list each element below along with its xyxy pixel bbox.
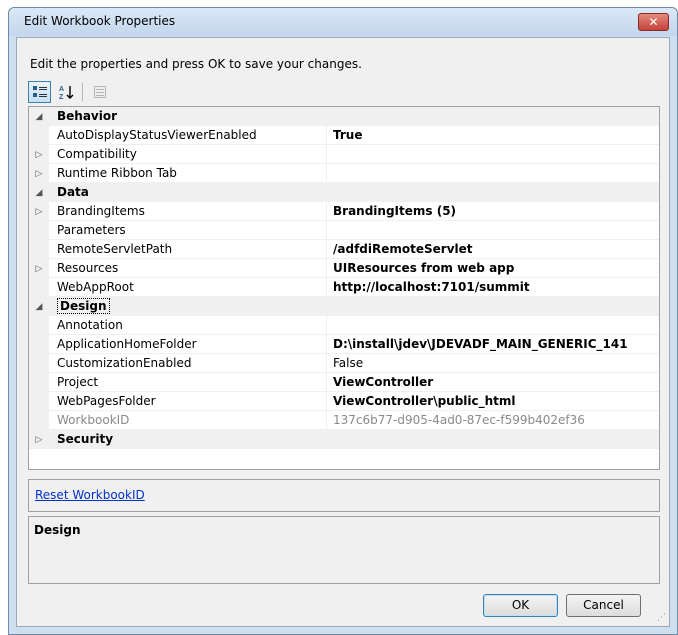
ok-button[interactable]: OK — [483, 594, 558, 617]
property-name: AutoDisplayStatusViewerEnabled — [49, 126, 326, 145]
grid-property-row[interactable]: Parameters — [29, 221, 659, 240]
description-panel: Design — [28, 516, 660, 584]
grid-property-row[interactable]: RemoteServletPath/adfdiRemoteServlet — [29, 240, 659, 259]
property-value[interactable] — [326, 145, 659, 164]
toolbar-separator — [82, 83, 83, 101]
instructions-text: Edit the properties and press OK to save… — [30, 57, 362, 71]
expand-icon[interactable]: ▷ — [29, 164, 49, 183]
property-value[interactable]: http://localhost:7101/summit — [326, 278, 659, 297]
grid-property-row[interactable]: ▷ Runtime Ribbon Tab — [29, 164, 659, 183]
grid-category-row[interactable]: ◢ Data — [29, 183, 659, 202]
category-label-text: Data — [57, 185, 89, 199]
property-name: Compatibility — [49, 145, 326, 164]
row-gutter — [29, 373, 49, 392]
property-pages-icon[interactable] — [88, 81, 111, 103]
property-name: RemoteServletPath — [49, 240, 326, 259]
commands-panel: Reset WorkbookID — [28, 479, 660, 512]
property-value[interactable]: 137c6b77-d905-4ad0-87ec-f599b402ef36 — [326, 411, 659, 430]
categorized-icon[interactable] — [28, 81, 51, 103]
collapse-icon[interactable]: ◢ — [29, 107, 49, 126]
grid-property-row[interactable]: Annotation — [29, 316, 659, 335]
category-label: Behavior — [49, 107, 549, 126]
row-gutter — [29, 411, 49, 430]
cancel-button[interactable]: Cancel — [566, 594, 641, 617]
window-title: Edit Workbook Properties — [24, 14, 176, 28]
title-bar[interactable]: Edit Workbook Properties ✕ — [9, 8, 677, 36]
category-label-text: Security — [57, 432, 114, 446]
row-gutter — [29, 392, 49, 411]
row-gutter — [29, 278, 49, 297]
property-name: CustomizationEnabled — [49, 354, 326, 373]
grid-property-row[interactable]: WebPagesFolder ViewController\public_html — [29, 392, 659, 411]
grid-category-row[interactable]: ▷ Security — [29, 430, 659, 449]
row-gutter — [29, 354, 49, 373]
row-gutter — [29, 240, 49, 259]
grid-property-row[interactable]: WorkbookID 137c6b77-d905-4ad0-87ec-f599b4… — [29, 411, 659, 430]
svg-text:Z: Z — [59, 94, 64, 100]
grid-property-row[interactable]: WebAppRoot http://localhost:7101/summit — [29, 278, 659, 297]
property-value[interactable]: False — [326, 354, 659, 373]
property-name: Annotation — [49, 316, 326, 335]
property-name: BrandingItems — [49, 202, 326, 221]
property-value[interactable]: ViewController — [326, 373, 659, 392]
row-gutter — [29, 126, 49, 145]
row-gutter — [29, 335, 49, 354]
property-value[interactable] — [326, 221, 659, 240]
property-value[interactable] — [326, 164, 659, 183]
property-name: ApplicationHomeFolder — [49, 335, 326, 354]
svg-text:A: A — [59, 86, 64, 93]
category-label-text: Behavior — [57, 109, 118, 123]
grid-property-row[interactable]: ▷ BrandingItems BrandingItems (5) — [29, 202, 659, 221]
dialog-window: Edit Workbook Properties ✕ Edit the prop… — [8, 7, 678, 635]
row-gutter — [29, 221, 49, 240]
property-name: WebAppRoot — [49, 278, 326, 297]
category-label: Data — [49, 183, 549, 202]
category-label-text: Design — [57, 298, 110, 314]
category-label: Security — [49, 430, 549, 449]
property-value[interactable]: True — [326, 126, 659, 145]
row-gutter — [29, 316, 49, 335]
sort-alphabetical-icon[interactable]: A Z — [54, 81, 77, 103]
property-name: Project — [49, 373, 326, 392]
property-name: Runtime Ribbon Tab — [49, 164, 326, 183]
property-value[interactable]: D:\install\jdev\JDEVADF_MAIN_GENERIC_141 — [326, 335, 659, 354]
close-button[interactable]: ✕ — [638, 13, 669, 31]
property-value[interactable]: UIResources from web app — [326, 259, 659, 278]
property-value[interactable]: ViewController\public_html — [326, 392, 659, 411]
grid-property-row[interactable]: ▷ Compatibility — [29, 145, 659, 164]
expand-icon[interactable]: ▷ — [29, 259, 49, 278]
grid-property-row[interactable]: Project ViewController — [29, 373, 659, 392]
property-name: WebPagesFolder — [49, 392, 326, 411]
grid-property-row[interactable]: CustomizationEnabled False — [29, 354, 659, 373]
dialog-client-area: Edit the properties and press OK to save… — [16, 37, 670, 627]
property-value[interactable]: /adfdiRemoteServlet — [326, 240, 659, 259]
resize-grip-icon[interactable]: ⋰ — [657, 614, 667, 624]
grid-property-row[interactable]: AutoDisplayStatusViewerEnabled True — [29, 126, 659, 145]
reset-workbookid-link[interactable]: Reset WorkbookID — [35, 488, 145, 502]
expand-icon[interactable]: ▷ — [29, 430, 49, 449]
expand-icon[interactable]: ▷ — [29, 145, 49, 164]
property-grid-toolbar: A Z — [28, 80, 111, 104]
category-label: Design — [49, 297, 549, 316]
description-title: Design — [34, 523, 81, 537]
property-name: Resources — [49, 259, 326, 278]
property-name: WorkbookID — [49, 411, 326, 430]
expand-icon[interactable]: ▷ — [29, 202, 49, 221]
collapse-icon[interactable]: ◢ — [29, 183, 49, 202]
property-name: Parameters — [49, 221, 326, 240]
grid-property-row[interactable]: ApplicationHomeFolder D:\install\jdev\JDE… — [29, 335, 659, 354]
grid-category-row[interactable]: ◢ Behavior — [29, 107, 659, 126]
grid-category-row[interactable]: ◢ Design — [29, 297, 659, 316]
property-value[interactable] — [326, 316, 659, 335]
collapse-icon[interactable]: ◢ — [29, 297, 49, 316]
property-grid[interactable]: ◢ Behavior AutoDisplayStatusViewerEnabled T… — [28, 106, 660, 470]
property-value[interactable]: BrandingItems (5) — [326, 202, 659, 221]
grid-property-row[interactable]: ▷ Resources UIResources from web app — [29, 259, 659, 278]
